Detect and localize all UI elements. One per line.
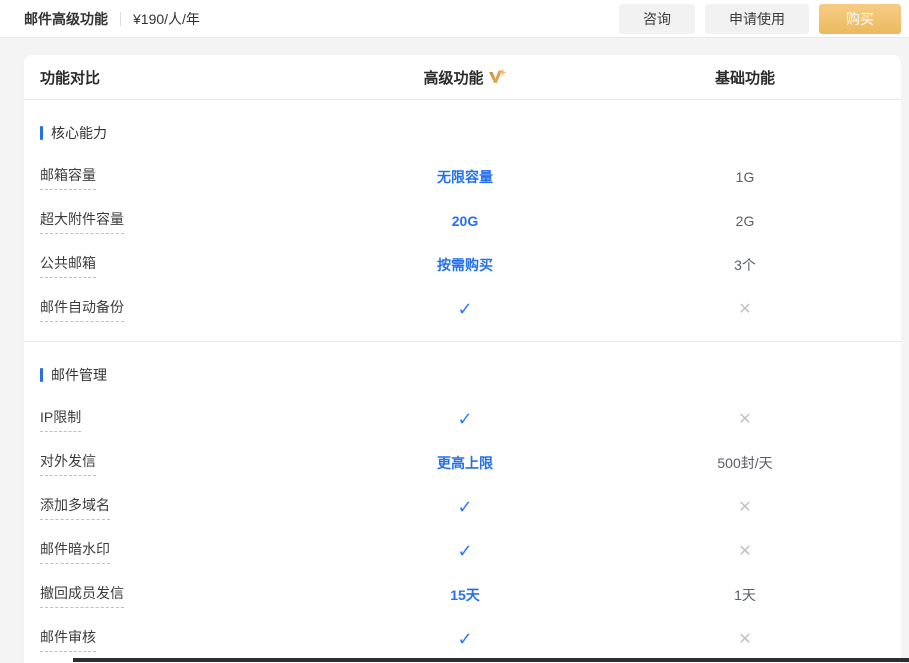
table-header-row: 功能对比 高级功能 基础功能	[24, 55, 901, 100]
basic-value: 2G	[736, 213, 755, 229]
title-divider	[120, 12, 121, 26]
apply-button[interactable]: 申请使用	[705, 4, 809, 34]
header-actions: 咨询 申请使用 购买	[619, 4, 901, 34]
feature-label[interactable]: 超大附件容量	[40, 209, 124, 234]
section-header: 邮件管理	[24, 353, 901, 397]
cross-icon: ✕	[738, 543, 751, 560]
section-core-capabilities: 核心能力 邮箱容量 无限容量 1G 超大附件容量 20G 2G 公共邮箱 按需购…	[24, 100, 901, 341]
section-marker-bar	[40, 368, 43, 382]
check-icon: ✓	[457, 409, 472, 429]
table-row: 添加多域名 ✓ ✕	[24, 485, 901, 529]
premium-column-header: 高级功能	[325, 67, 605, 88]
feature-label[interactable]: 对外发信	[40, 451, 96, 476]
table-row: 邮箱容量 无限容量 1G	[24, 155, 901, 199]
basic-column-header: 基础功能	[605, 67, 885, 88]
feature-column-header: 功能对比	[40, 67, 325, 88]
price-text: ¥190/人/年	[133, 9, 200, 29]
premium-value[interactable]: 15天	[450, 587, 480, 603]
feature-comparison-card: 功能对比 高级功能 基础功能 核心能	[24, 55, 901, 663]
table-row: 撤回成员发信 15天 1天	[24, 573, 901, 617]
table-row: 邮件暗水印 ✓ ✕	[24, 529, 901, 573]
premium-column-label: 高级功能	[423, 67, 483, 88]
basic-value: 1G	[736, 169, 755, 185]
check-icon: ✓	[457, 497, 472, 517]
feature-label[interactable]: 撤回成员发信	[40, 583, 124, 608]
page-title: 邮件高级功能	[24, 9, 108, 29]
feature-label[interactable]: 邮件暗水印	[40, 539, 110, 564]
table-row: IP限制 ✓ ✕	[24, 397, 901, 441]
premium-value[interactable]: 更高上限	[437, 455, 493, 471]
feature-label[interactable]: 邮箱容量	[40, 165, 96, 190]
basic-value: 500封/天	[717, 455, 772, 471]
check-icon: ✓	[457, 299, 472, 319]
section-mail-management: 邮件管理 IP限制 ✓ ✕ 对外发信 更高上限 500封/天 添加多域名 ✓ ✕…	[24, 341, 901, 663]
section-marker-bar	[40, 126, 43, 140]
section-header: 核心能力	[24, 111, 901, 155]
cross-icon: ✕	[738, 411, 751, 428]
table-row: 超大附件容量 20G 2G	[24, 199, 901, 243]
table-row: 邮件审核 ✓ ✕	[24, 617, 901, 661]
table-row: 公共邮箱 按需购买 3个	[24, 243, 901, 287]
cross-icon: ✕	[738, 631, 751, 648]
table-row: 邮件自动备份 ✓ ✕	[24, 287, 901, 331]
cross-icon: ✕	[738, 301, 751, 318]
premium-value[interactable]: 按需购买	[437, 257, 493, 273]
consult-button[interactable]: 咨询	[619, 4, 695, 34]
premium-value[interactable]: 20G	[452, 213, 478, 229]
feature-label[interactable]: 公共邮箱	[40, 253, 96, 278]
section-title: 核心能力	[51, 123, 107, 143]
section-title: 邮件管理	[51, 365, 107, 385]
premium-value[interactable]: 无限容量	[437, 169, 493, 185]
window-edge-artifact	[73, 658, 909, 662]
check-icon: ✓	[457, 629, 472, 649]
feature-label[interactable]: 邮件自动备份	[40, 297, 124, 322]
check-icon: ✓	[457, 541, 472, 561]
buy-button[interactable]: 购买	[819, 4, 901, 34]
table-row: 对外发信 更高上限 500封/天	[24, 441, 901, 485]
feature-label[interactable]: 邮件审核	[40, 627, 96, 652]
feature-label[interactable]: 添加多域名	[40, 495, 110, 520]
basic-value: 1天	[734, 587, 756, 603]
sparkle-icon	[488, 68, 507, 85]
cross-icon: ✕	[738, 499, 751, 516]
feature-label[interactable]: IP限制	[40, 407, 81, 432]
basic-value: 3个	[734, 257, 756, 273]
page-header: 邮件高级功能 ¥190/人/年 咨询 申请使用 购买	[0, 0, 909, 38]
